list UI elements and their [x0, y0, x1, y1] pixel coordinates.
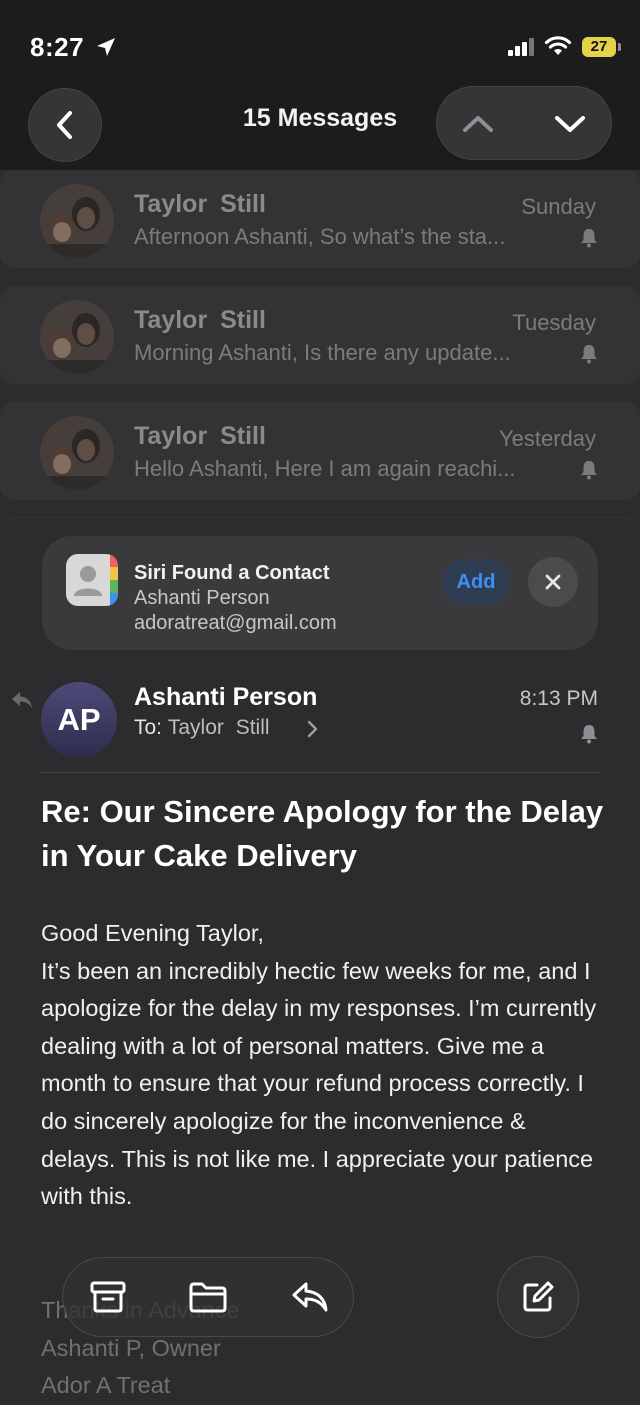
contacts-app-icon: [66, 554, 118, 606]
recipient-name: Taylor Still: [167, 716, 270, 739]
archive-button[interactable]: [86, 1277, 130, 1317]
compose-icon: [523, 1281, 554, 1312]
message-sender: Taylor Still: [134, 422, 266, 450]
add-contact-button[interactable]: Add: [442, 559, 510, 605]
siri-contact-name: Ashanti Person: [134, 587, 270, 609]
siri-contact-banner: Siri Found a Contact Ashanti Person ador…: [42, 536, 598, 650]
sender-name[interactable]: Ashanti Person: [134, 683, 317, 712]
body-paragraph: It’s been an incredibly hectic few weeks…: [41, 957, 597, 1210]
avatar: [40, 416, 114, 490]
recipient-line[interactable]: To: Taylor Still: [134, 716, 270, 740]
bell-icon: [581, 345, 597, 364]
message-date: Tuesday: [512, 310, 596, 335]
avatar: [40, 300, 114, 374]
message-row[interactable]: Taylor Still Sunday Afternoon Ashanti, S…: [0, 170, 640, 268]
siri-banner-title: Siri Found a Contact: [134, 562, 330, 584]
header-divider: [41, 772, 601, 773]
message-date: Sunday: [521, 194, 596, 219]
wifi-icon: [544, 36, 572, 55]
next-message-button[interactable]: [548, 104, 592, 144]
message-sender: Taylor Still: [134, 306, 266, 334]
message-row[interactable]: Taylor Still Yesterday Hello Ashanti, He…: [0, 402, 640, 500]
navigation-bar: 15 Messages: [0, 84, 640, 164]
body-greeting: Good Evening Taylor,: [41, 920, 264, 946]
battery-indicator: 27: [582, 37, 616, 57]
chevron-up-icon: [463, 116, 493, 132]
bottom-toolbar: [62, 1257, 354, 1337]
move-to-folder-button[interactable]: [186, 1277, 230, 1317]
message-date: Yesterday: [498, 426, 596, 451]
bell-icon: [581, 461, 597, 480]
previous-message-button[interactable]: [456, 104, 500, 144]
folder-icon: [189, 1282, 227, 1313]
bell-icon: [581, 229, 597, 248]
bell-icon: [581, 725, 597, 744]
siri-contact-email: adoratreat@gmail.com: [134, 612, 337, 634]
reply-button[interactable]: [288, 1277, 332, 1317]
cellular-signal-icon: [508, 38, 534, 56]
battery-tip: [618, 43, 621, 51]
replied-indicator-icon: [12, 692, 32, 708]
chevron-down-icon: [555, 116, 585, 132]
message-preview: Hello Ashanti, Here I am again reachi...: [134, 456, 516, 481]
sender-avatar[interactable]: AP: [41, 682, 117, 758]
avatar: [40, 184, 114, 258]
message-sender: Taylor Still: [134, 190, 266, 218]
close-icon: [545, 574, 561, 590]
message-row[interactable]: Taylor Still Tuesday Morning Ashanti, Is…: [0, 286, 640, 384]
message-subject: Re: Our Sincere Apology for the Delay in…: [41, 794, 604, 873]
compose-button[interactable]: [497, 1256, 579, 1338]
location-arrow-icon: [97, 38, 115, 56]
dismiss-banner-button[interactable]: [528, 557, 578, 607]
message-preview: Afternoon Ashanti, So what’s the sta...: [134, 224, 506, 249]
status-bar: 8:27 27: [0, 0, 640, 80]
message-time: 8:13 PM: [519, 687, 598, 710]
chevron-right-icon[interactable]: [306, 720, 318, 738]
to-label: To:: [134, 716, 163, 739]
archive-icon: [90, 1281, 126, 1313]
status-time: 8:27: [30, 32, 85, 62]
message-preview: Morning Ashanti, Is there any update...: [134, 340, 511, 365]
message-body: Good Evening Taylor, It’s been an incred…: [41, 915, 606, 1216]
reply-icon: [292, 1282, 328, 1312]
message-navigator: [436, 86, 612, 160]
